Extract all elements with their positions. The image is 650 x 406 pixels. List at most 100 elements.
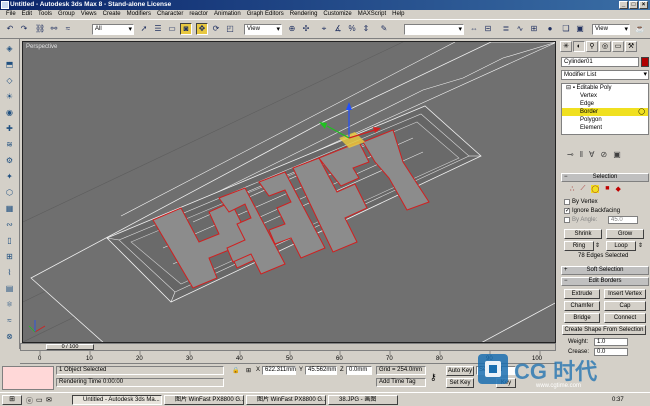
stack-item-editable-poly[interactable]: ⊟ ▪ Editable Poly <box>562 84 648 92</box>
reference-coord-dropdown[interactable]: View <box>244 24 282 35</box>
stack-item-element[interactable]: Element <box>562 124 648 132</box>
shrink-button[interactable]: Shrink <box>564 229 602 239</box>
doors-icon[interactable]: ▯ <box>3 235 16 247</box>
menu-customize[interactable]: Customize <box>320 10 354 19</box>
modify-tab-icon[interactable]: ◐ <box>573 41 585 52</box>
vertex-mode-icon[interactable]: ∴ <box>570 185 574 193</box>
connect-button[interactable]: Connect <box>604 313 646 323</box>
object-color-swatch[interactable] <box>641 57 649 67</box>
stairs-icon[interactable]: ⌇ <box>3 267 16 279</box>
select-move-icon[interactable]: ✥ <box>196 23 208 35</box>
selection-region-icon[interactable]: ▭ <box>166 23 178 35</box>
task-winfast-1[interactable]: 图片 WinFast PX8800 G... <box>164 395 244 405</box>
window-crossing-icon[interactable]: ◙ <box>180 23 192 35</box>
menu-help[interactable]: Help <box>389 10 407 19</box>
bridge-button[interactable]: Bridge <box>564 313 600 323</box>
spacewarp-icon[interactable]: ≋ <box>3 139 16 151</box>
motion-tab-icon[interactable]: ◎ <box>599 41 611 52</box>
edit-borders-rollout-header[interactable]: − Edit Borders <box>561 277 649 286</box>
menu-create[interactable]: Create <box>100 10 124 19</box>
configure-sets-icon[interactable]: ▣ <box>613 149 621 161</box>
particle-icon[interactable]: ✦ <box>3 171 16 183</box>
loop-button[interactable]: Loop <box>606 241 636 251</box>
menu-maxscript[interactable]: MAXScript <box>355 10 389 19</box>
menu-rendering[interactable]: Rendering <box>287 10 321 19</box>
menu-tools[interactable]: Tools <box>35 10 55 19</box>
soft-selection-rollout-header[interactable]: + Soft Selection <box>561 266 649 275</box>
reactor-icon[interactable]: ⚛ <box>3 299 16 311</box>
selection-filter-dropdown[interactable]: All <box>92 24 134 35</box>
chamfer-button[interactable]: Chamfer <box>564 301 600 311</box>
constraint-icon[interactable]: ⊗ <box>3 331 16 343</box>
layer-manager-icon[interactable]: ≣ <box>500 23 512 35</box>
systems-icon[interactable]: ⚙ <box>3 155 16 167</box>
start-button-icon[interactable]: ⊞ <box>2 395 22 405</box>
weight-spinner[interactable]: 1.0 <box>594 338 628 346</box>
pivot-center-icon[interactable]: ⊕ <box>286 23 298 35</box>
quick-launch-ie-icon[interactable]: ⓔ <box>26 396 33 406</box>
select-by-name-icon[interactable]: ☰ <box>152 23 164 35</box>
quick-launch-desktop-icon[interactable]: ▭ <box>36 396 43 404</box>
angle-spinner[interactable]: 45.0 <box>608 216 638 224</box>
named-selection-dropdown[interactable] <box>404 24 464 35</box>
border-mode-icon[interactable]: ◯ <box>591 185 600 193</box>
set-key-icon[interactable]: ⚷ <box>430 372 437 383</box>
display-tab-icon[interactable]: ▭ <box>612 41 624 52</box>
undo-icon[interactable]: ↶ <box>4 23 16 35</box>
y-coordinate-field[interactable]: 45.562mm <box>305 366 337 375</box>
loop-spinner-icon[interactable]: ⇕ <box>638 242 643 249</box>
manipulate-icon[interactable]: ✣ <box>300 23 312 35</box>
percent-snap-icon[interactable]: % <box>346 23 358 35</box>
stack-item-edge[interactable]: Edge <box>562 100 648 108</box>
schematic-view-icon[interactable]: ⊞ <box>528 23 540 35</box>
material-editor-icon[interactable]: ● <box>544 23 556 35</box>
insert-vertex-button[interactable]: Insert Vertex <box>604 289 646 299</box>
aec-icon[interactable]: ▤ <box>3 283 16 295</box>
hierarchy-tab-icon[interactable]: ⚲ <box>586 41 598 52</box>
set-key-button[interactable]: Set Key <box>446 378 474 388</box>
ignore-backfacing-checkbox[interactable]: ✓ <box>564 208 570 214</box>
modifier-list-dropdown[interactable]: Modifier List <box>561 70 649 80</box>
graphite-icon[interactable]: ⬒ <box>3 59 16 71</box>
spinner-snap-icon[interactable]: ⇕ <box>360 23 372 35</box>
minimize-button[interactable]: _ <box>619 1 628 9</box>
close-button[interactable]: × <box>639 1 648 9</box>
select-link-icon[interactable]: ⛓ <box>34 23 46 35</box>
add-time-tag-field[interactable]: Add Time Tag <box>376 378 426 387</box>
compound-icon[interactable]: ⬡ <box>3 187 16 199</box>
stack-item-vertex[interactable]: Vertex <box>562 92 648 100</box>
bind-space-warp-icon[interactable]: ≈ <box>62 23 74 35</box>
select-scale-icon[interactable]: ◰ <box>224 23 236 35</box>
select-object-icon[interactable]: ➚ <box>138 23 150 35</box>
light-icon[interactable]: ☀ <box>3 91 16 103</box>
perspective-viewport[interactable]: Perspective <box>22 41 556 343</box>
windows-icon[interactable]: ⊞ <box>3 251 16 263</box>
absolute-mode-icon[interactable]: ⊞ <box>246 367 251 374</box>
object-name-field[interactable]: Cylinder01 <box>561 57 639 67</box>
task-paint[interactable]: 38.JPG - 画图 <box>328 395 398 405</box>
redo-icon[interactable]: ↷ <box>18 23 30 35</box>
render-setup-icon[interactable]: ❑ <box>560 23 572 35</box>
camera-icon[interactable]: ◉ <box>3 107 16 119</box>
ring-spinner-icon[interactable]: ⇕ <box>595 242 600 249</box>
menu-edit[interactable]: Edit <box>19 10 35 19</box>
by-vertex-checkbox[interactable] <box>564 199 570 205</box>
snap-toggle-icon[interactable]: ⌖ <box>318 23 330 35</box>
curve-editor-icon[interactable]: ∿ <box>514 23 526 35</box>
patch-icon[interactable]: ▦ <box>3 203 16 215</box>
selection-rollout-header[interactable]: − Selection <box>561 173 649 182</box>
menu-animation[interactable]: Animation <box>211 10 244 19</box>
lock-icon[interactable]: 🔒 <box>232 367 239 374</box>
menu-graph-editors[interactable]: Graph Editors <box>244 10 287 19</box>
menu-modifiers[interactable]: Modifiers <box>124 10 154 19</box>
stack-item-polygon[interactable]: Polygon <box>562 116 648 124</box>
render-view-dropdown[interactable]: View <box>592 24 630 35</box>
edit-named-selection-icon[interactable]: ✎ <box>378 23 390 35</box>
align-icon[interactable]: ⊟ <box>482 23 494 35</box>
x-coordinate-field[interactable]: 622.311mm <box>262 366 296 375</box>
menu-reactor[interactable]: reactor <box>186 10 211 19</box>
menu-file[interactable]: File <box>3 10 19 19</box>
task-winfast-2[interactable]: 图片 WinFast PX8800 G... <box>246 395 326 405</box>
menu-group[interactable]: Group <box>55 10 78 19</box>
task-3dsmax[interactable]: Untitled - Autodesk 3ds Ma... <box>72 395 162 405</box>
